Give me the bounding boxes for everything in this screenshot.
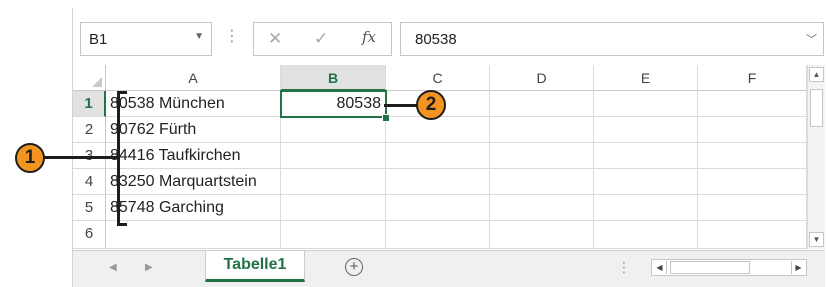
name-box[interactable]: B1 ▼ (80, 22, 212, 56)
tab-tabelle1[interactable]: Tabelle1 (205, 251, 305, 282)
scroll-down-icon[interactable]: ▼ (809, 232, 824, 247)
cell-d2[interactable] (490, 117, 594, 143)
cell-a6[interactable] (106, 221, 281, 249)
cell-b5[interactable] (281, 195, 386, 221)
cell-d5[interactable] (490, 195, 594, 221)
cell-a2[interactable]: 90762 Fürth (106, 117, 281, 143)
sheet-tab-bar: ◀ ▶ Tabelle1 + ⋮ ◀ ▶ (73, 250, 825, 287)
cell-b3[interactable] (281, 143, 386, 169)
callout-1-bracket-top (117, 91, 127, 94)
horizontal-scrollbar[interactable]: ◀ ▶ (651, 259, 807, 276)
cell-e2[interactable] (594, 117, 698, 143)
callout-1-badge: 1 (15, 143, 45, 173)
cell-c3[interactable] (386, 143, 490, 169)
cell-c2[interactable] (386, 117, 490, 143)
cell-b4[interactable] (281, 169, 386, 195)
horizontal-scroll-thumb[interactable] (670, 261, 750, 274)
fill-handle[interactable] (382, 114, 390, 122)
cell-f3[interactable] (698, 143, 807, 169)
column-header-a[interactable]: A (106, 65, 281, 91)
cell-d6[interactable] (490, 221, 594, 249)
select-all-corner[interactable] (73, 65, 106, 91)
cell-b1[interactable]: 80538 (281, 91, 386, 117)
row-header-5[interactable]: 5 (73, 195, 106, 221)
cell-a1[interactable]: 80538 München (106, 91, 281, 117)
callout-1-line (44, 156, 118, 159)
cell-d3[interactable] (490, 143, 594, 169)
chevron-down-icon[interactable]: ▼ (194, 31, 204, 42)
next-sheet-icon[interactable]: ▶ (145, 262, 153, 273)
callout-1-bracket-bottom (117, 223, 127, 226)
row-header-2[interactable]: 2 (73, 117, 106, 143)
row-header-4[interactable]: 4 (73, 169, 106, 195)
cell-c5[interactable] (386, 195, 490, 221)
cell-f1[interactable] (698, 91, 807, 117)
cell-e1[interactable] (594, 91, 698, 117)
callout-2-line (384, 104, 419, 107)
cell-e3[interactable] (594, 143, 698, 169)
insert-function-icon[interactable]: fx (362, 28, 376, 46)
prev-sheet-icon[interactable]: ◀ (109, 262, 117, 273)
cell-c4[interactable] (386, 169, 490, 195)
formula-value: 80538 (415, 31, 457, 48)
cell-e4[interactable] (594, 169, 698, 195)
column-header-b[interactable]: B (281, 65, 386, 91)
cell-d4[interactable] (490, 169, 594, 195)
cell-f2[interactable] (698, 117, 807, 143)
name-box-value: B1 (89, 31, 108, 48)
cell-f6[interactable] (698, 221, 807, 249)
scroll-up-icon[interactable]: ▲ (809, 67, 824, 82)
column-header-f[interactable]: F (698, 65, 807, 91)
cell-f5[interactable] (698, 195, 807, 221)
cell-a5[interactable]: 85748 Garching (106, 195, 281, 221)
scroll-right-icon[interactable]: ▶ (791, 261, 805, 274)
tab-split-handle-icon[interactable]: ⋮ (617, 259, 631, 276)
expand-formula-bar-icon[interactable]: ﹀ (806, 31, 817, 47)
formula-input[interactable]: 80538 ﹀ (400, 22, 824, 56)
scroll-left-icon[interactable]: ◀ (653, 261, 667, 274)
cell-e5[interactable] (594, 195, 698, 221)
cell-e6[interactable] (594, 221, 698, 249)
column-header-e[interactable]: E (594, 65, 698, 91)
cell-a3[interactable]: 84416 Taufkirchen (106, 143, 281, 169)
vertical-scroll-thumb[interactable] (810, 89, 823, 127)
callout-2-badge: 2 (416, 90, 446, 120)
cell-b6[interactable] (281, 221, 386, 249)
column-header-d[interactable]: D (490, 65, 594, 91)
vertical-scrollbar[interactable]: ▲ ▼ (807, 65, 825, 249)
cell-b2[interactable] (281, 117, 386, 143)
drag-handle-icon[interactable]: ⋮ (224, 26, 240, 46)
column-header-c[interactable]: C (386, 65, 490, 91)
cancel-icon[interactable]: ✕ (268, 29, 282, 49)
row-header-6[interactable]: 6 (73, 221, 106, 249)
cell-a4[interactable]: 83250 Marquartstein (106, 169, 281, 195)
cell-c6[interactable] (386, 221, 490, 249)
cell-d1[interactable] (490, 91, 594, 117)
confirm-icon[interactable]: ✓ (314, 29, 328, 49)
row-header-1[interactable]: 1 (73, 91, 106, 117)
formula-buttons: ✕ ✓ fx (253, 22, 392, 56)
cell-f4[interactable] (698, 169, 807, 195)
add-sheet-icon[interactable]: + (345, 258, 363, 276)
